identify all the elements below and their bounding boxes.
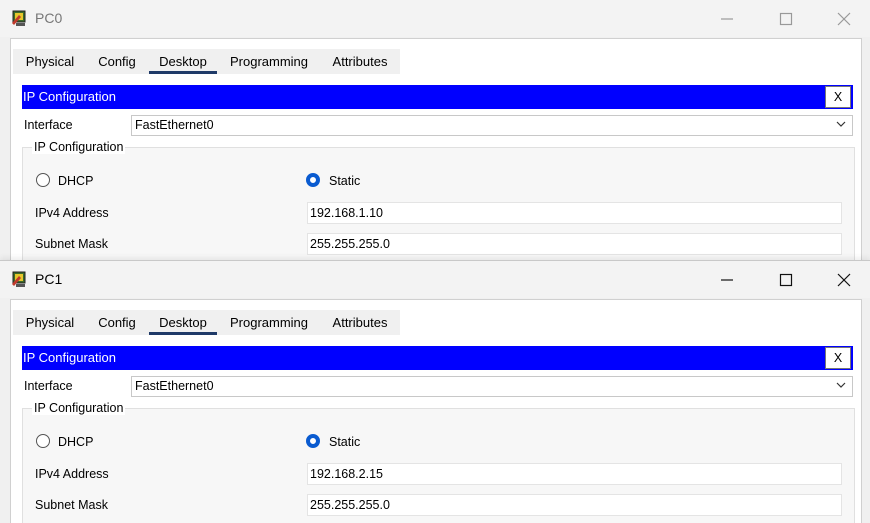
title-bar[interactable]: PC0 — [0, 0, 870, 37]
pc1-window: PC1 Physical Config Desktop Programming … — [0, 260, 870, 523]
maximize-button[interactable] — [757, 0, 815, 37]
tab-attributes[interactable]: Attributes — [327, 310, 393, 335]
subnet-mask-value: 255.255.255.0 — [310, 237, 390, 251]
subnet-mask-input[interactable]: 255.255.255.0 — [307, 233, 842, 255]
static-label[interactable]: Static — [329, 435, 360, 449]
tab-physical[interactable]: Physical — [19, 310, 81, 335]
tab-physical[interactable]: Physical — [19, 49, 81, 74]
tab-config[interactable]: Config — [95, 49, 139, 74]
group-title: IP Configuration — [32, 140, 126, 154]
close-section-button[interactable]: X — [825, 86, 851, 108]
dhcp-label[interactable]: DHCP — [58, 435, 93, 449]
static-radio[interactable] — [306, 434, 320, 448]
subnet-mask-value: 255.255.255.0 — [310, 498, 390, 512]
tab-programming[interactable]: Programming — [227, 310, 311, 335]
static-radio[interactable] — [306, 173, 320, 187]
close-section-button[interactable]: X — [825, 347, 851, 369]
subnet-mask-input[interactable]: 255.255.255.0 — [307, 494, 842, 516]
tab-desktop[interactable]: Desktop — [149, 49, 217, 74]
ipv4-address-input[interactable]: 192.168.1.10 — [307, 202, 842, 224]
ipv4-label: IPv4 Address — [35, 206, 109, 220]
window-title: PC0 — [35, 10, 63, 26]
static-label[interactable]: Static — [329, 174, 360, 188]
content-panel: Physical Config Desktop Programming Attr… — [10, 299, 862, 523]
close-window-button[interactable] — [815, 261, 870, 298]
subnet-mask-label: Subnet Mask — [35, 237, 108, 251]
maximize-icon — [779, 273, 793, 287]
interface-label: Interface — [24, 118, 73, 132]
interface-value: FastEthernet0 — [135, 118, 214, 132]
minimize-icon — [721, 279, 733, 281]
ipv4-value: 192.168.2.15 — [310, 467, 383, 481]
close-window-button[interactable] — [815, 0, 870, 37]
close-icon — [837, 12, 851, 26]
interface-select[interactable]: FastEthernet0 — [131, 376, 853, 397]
packet-tracer-pc-icon — [12, 271, 26, 287]
interface-label: Interface — [24, 379, 73, 393]
subnet-mask-label: Subnet Mask — [35, 498, 108, 512]
ipv4-value: 192.168.1.10 — [310, 206, 383, 220]
ip-config-header: IP Configuration X — [22, 346, 853, 370]
chevron-down-icon — [836, 121, 846, 127]
title-bar[interactable]: PC1 — [0, 261, 870, 298]
pc0-window: PC0 Physical Config Desktop Programming … — [0, 0, 870, 262]
content-panel: Physical Config Desktop Programming Attr… — [10, 38, 862, 262]
tab-config[interactable]: Config — [95, 310, 139, 335]
tab-attributes[interactable]: Attributes — [327, 49, 393, 74]
maximize-button[interactable] — [757, 261, 815, 298]
minimize-button[interactable] — [698, 0, 756, 37]
section-title: IP Configuration — [23, 89, 116, 104]
chevron-down-icon — [836, 382, 846, 388]
ip-config-header: IP Configuration X — [22, 85, 853, 109]
window-title: PC1 — [35, 271, 63, 287]
group-title: IP Configuration — [32, 401, 126, 415]
tab-desktop[interactable]: Desktop — [149, 310, 217, 335]
ipv4-label: IPv4 Address — [35, 467, 109, 481]
close-icon — [837, 273, 851, 287]
dhcp-label[interactable]: DHCP — [58, 174, 93, 188]
packet-tracer-pc-icon — [12, 10, 26, 26]
minimize-button[interactable] — [698, 261, 756, 298]
minimize-icon — [721, 18, 733, 20]
dhcp-radio[interactable] — [36, 173, 50, 187]
interface-value: FastEthernet0 — [135, 379, 214, 393]
ipv4-address-input[interactable]: 192.168.2.15 — [307, 463, 842, 485]
tab-programming[interactable]: Programming — [227, 49, 311, 74]
interface-select[interactable]: FastEthernet0 — [131, 115, 853, 136]
section-title: IP Configuration — [23, 350, 116, 365]
maximize-icon — [779, 12, 793, 26]
dhcp-radio[interactable] — [36, 434, 50, 448]
